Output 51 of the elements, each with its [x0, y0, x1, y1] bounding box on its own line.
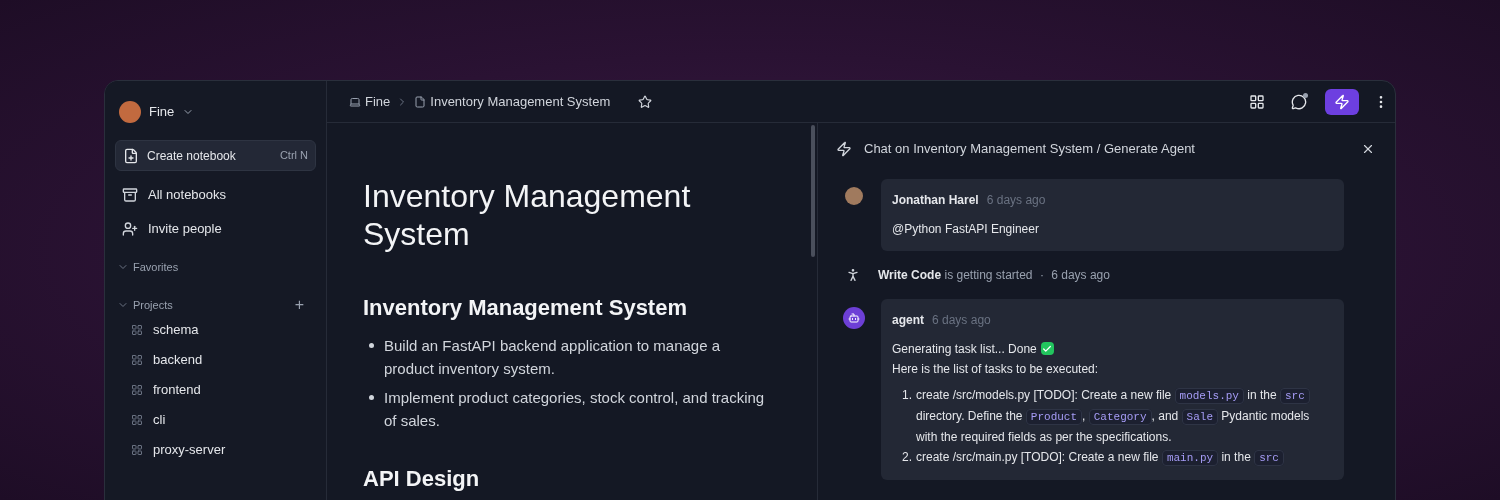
workspace-name[interactable]: Fine: [149, 102, 175, 122]
project-item[interactable]: proxy-server: [153, 440, 226, 460]
bullet-icon: [369, 395, 374, 400]
section-heading[interactable]: Projects: [133, 296, 173, 314]
grid-icon: [131, 444, 143, 456]
grid-icon: [131, 384, 143, 396]
bullet-text: Build an FastAPI backend application to manage a product inventory system.: [384, 336, 722, 379]
chat-title: Chat on Inventory Management System / Generate Agent: [864, 140, 1195, 158]
author-name: agent: [892, 311, 924, 329]
project-item[interactable]: schema: [153, 320, 199, 340]
breadcrumb-link[interactable]: Inventory Management System: [430, 91, 611, 112]
sidebar-link[interactable]: Invite people: [148, 219, 222, 239]
sidebar-link[interactable]: All notebooks: [148, 185, 227, 205]
list-number: 1.: [902, 386, 912, 404]
file-icon: [414, 95, 427, 108]
lightning-icon[interactable]: [1325, 88, 1359, 115]
message-text: @Python FastAPI Engineer: [892, 220, 1039, 238]
chat-bubble-icon: [1291, 93, 1307, 110]
star-icon[interactable]: [638, 94, 653, 109]
lightning-icon: [836, 140, 852, 157]
bullet-icon: [369, 343, 374, 348]
add-button[interactable]: +: [294, 297, 304, 313]
task-text: create /src/models.py [TODO]: Create a new file models.py in the src directory. Define the Product , Category , and Sale Pydantic models with the required fields as per the specifications.: [916, 386, 1311, 446]
create-notebook-button[interactable]: Create notebook Ctrl N: [115, 140, 316, 171]
project-item[interactable]: frontend: [153, 380, 201, 400]
message-text: Generating task list... Done: [892, 340, 1037, 358]
task-text: create /src/main.py [TODO]: Create a new file main.py in the src: [916, 446, 1284, 468]
grid-icon: [131, 414, 143, 426]
message-time: 6 days ago: [932, 311, 991, 329]
laptop-icon: [349, 95, 361, 108]
robot-avatar-icon: [843, 306, 865, 329]
section-heading[interactable]: Favorites: [133, 258, 179, 276]
author-name: Jonathan Harel: [892, 191, 979, 209]
avatar: [845, 186, 863, 205]
section-heading: Inventory Management System: [363, 294, 688, 322]
section-heading: API Design: [363, 465, 481, 493]
file-plus-icon: [123, 147, 139, 164]
document-title: Inventory Management System: [363, 177, 692, 253]
breadcrumb-link[interactable]: Fine: [365, 91, 391, 112]
workspace-avatar: [119, 101, 141, 123]
message-time: 6 days ago: [986, 191, 1046, 209]
message-text: Here is the list of tasks to be executed:: [892, 360, 1099, 378]
archive-icon: [122, 187, 138, 203]
event-text: Write Code is getting started · 6 days ago: [878, 266, 1110, 284]
grid-icon: [131, 354, 143, 366]
project-item[interactable]: cli: [153, 410, 166, 430]
project-item[interactable]: backend: [153, 350, 203, 370]
bullet-text: Implement product categories, stock control, and tracking of sales.: [384, 388, 766, 431]
list-number: 2.: [902, 448, 912, 466]
add-user-icon: [122, 221, 138, 237]
grid-icon: [131, 324, 143, 336]
